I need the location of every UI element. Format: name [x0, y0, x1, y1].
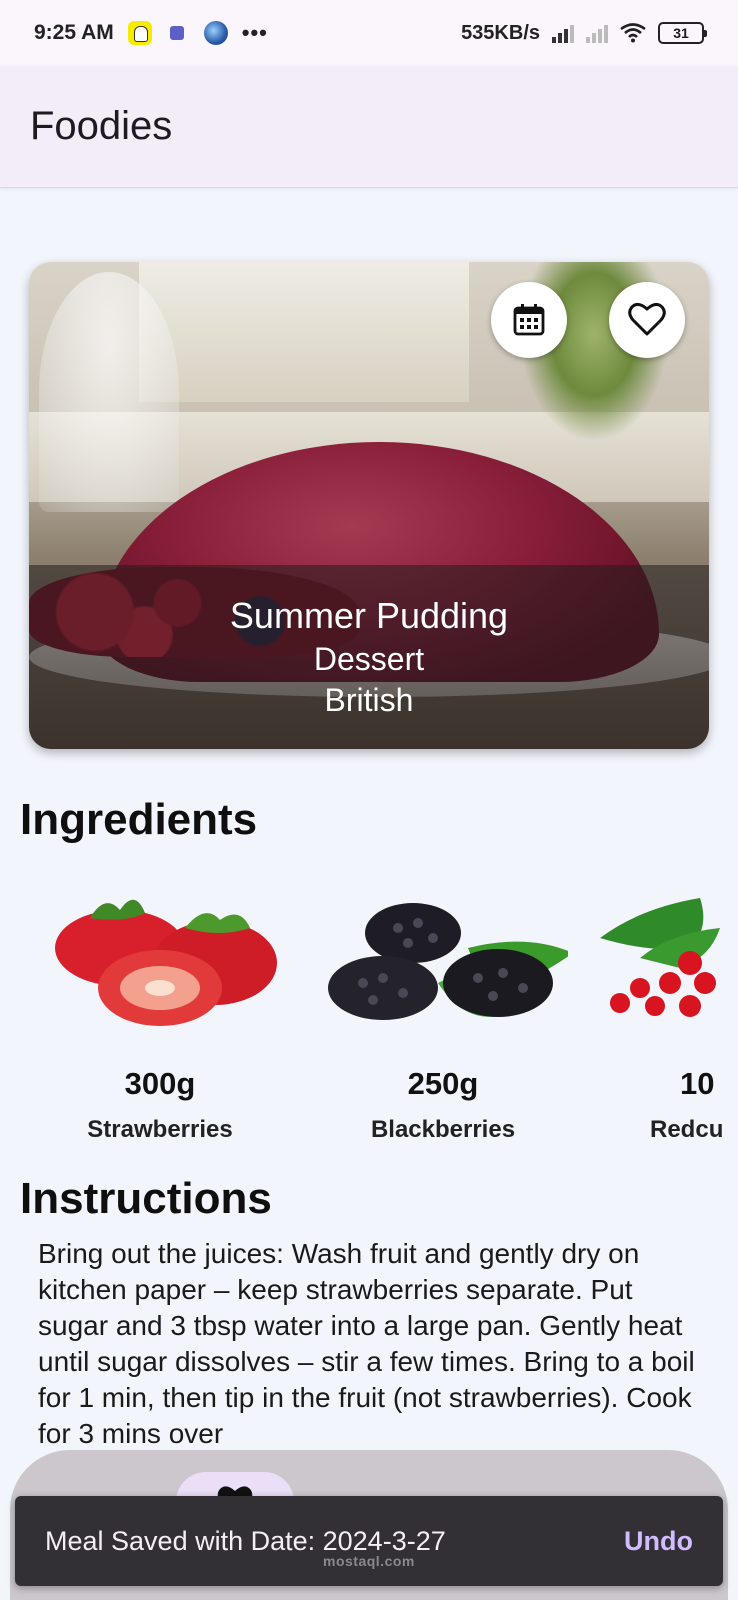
calendar-icon [513, 304, 545, 336]
snackbar: Meal Saved with Date: 2024-3-27 Undo [15, 1496, 723, 1586]
snackbar-message: Meal Saved with Date: 2024-3-27 [45, 1525, 446, 1556]
network-speed: 535KB/s [461, 21, 540, 44]
app-title: Foodies [30, 104, 173, 148]
meal-area: British [324, 682, 414, 718]
heart-icon [628, 302, 666, 336]
ingredient-name: Redcu [650, 1116, 724, 1143]
undo-button[interactable]: Undo [624, 1526, 693, 1557]
app-bar: Foodies [0, 66, 738, 188]
meal-category: Dessert [313, 641, 425, 677]
ingredient-item[interactable]: 300g Strawberries [25, 888, 295, 1144]
instructions-heading: Instructions [20, 1174, 272, 1223]
ingredient-item[interactable]: 10 Redcu [590, 888, 738, 1144]
favorite-button[interactable] [609, 282, 685, 358]
add-to-plan-button[interactable] [491, 282, 567, 358]
strawberry-image [55, 899, 277, 1026]
ingredient-name: Strawberries [87, 1116, 233, 1143]
more-notifications-icon: ••• [241, 20, 268, 45]
meal-card[interactable]: Summer Pudding Dessert British [29, 262, 709, 749]
ingredient-quantity: 10 [680, 1066, 715, 1101]
signal-icon [552, 23, 574, 43]
blackberry-image [328, 903, 568, 1020]
signal-off-icon [586, 23, 608, 43]
battery-level: 31 [673, 25, 689, 41]
ingredient-name: Blackberries [370, 1116, 516, 1143]
meal-info-overlay: Summer Pudding Dessert British [29, 565, 709, 749]
instructions-text: Bring out the juices: Wash fruit and gen… [38, 1238, 695, 1449]
ingredient-quantity: 300g [124, 1066, 196, 1101]
ingredient-quantity: 250g [407, 1066, 479, 1101]
ingredients-list[interactable]: 300g Strawberries 250g Blackberries 10 R… [0, 888, 738, 1148]
wifi-icon [620, 23, 646, 43]
battery-icon: 31 [658, 22, 707, 44]
watermark: mostaql.com [323, 1553, 415, 1569]
globe-icon [203, 21, 228, 45]
ingredients-heading: Ingredients [20, 795, 258, 844]
snapchat-icon [127, 21, 152, 45]
ingredient-item[interactable]: 250g Blackberries [308, 888, 578, 1144]
status-time: 9:25 AM [34, 21, 114, 44]
meal-name: Summer Pudding [229, 595, 509, 636]
status-bar: 9:25 AM ••• 535KB/s 31 [0, 0, 738, 66]
redcurrant-image [600, 898, 720, 1017]
teams-icon [166, 21, 190, 45]
